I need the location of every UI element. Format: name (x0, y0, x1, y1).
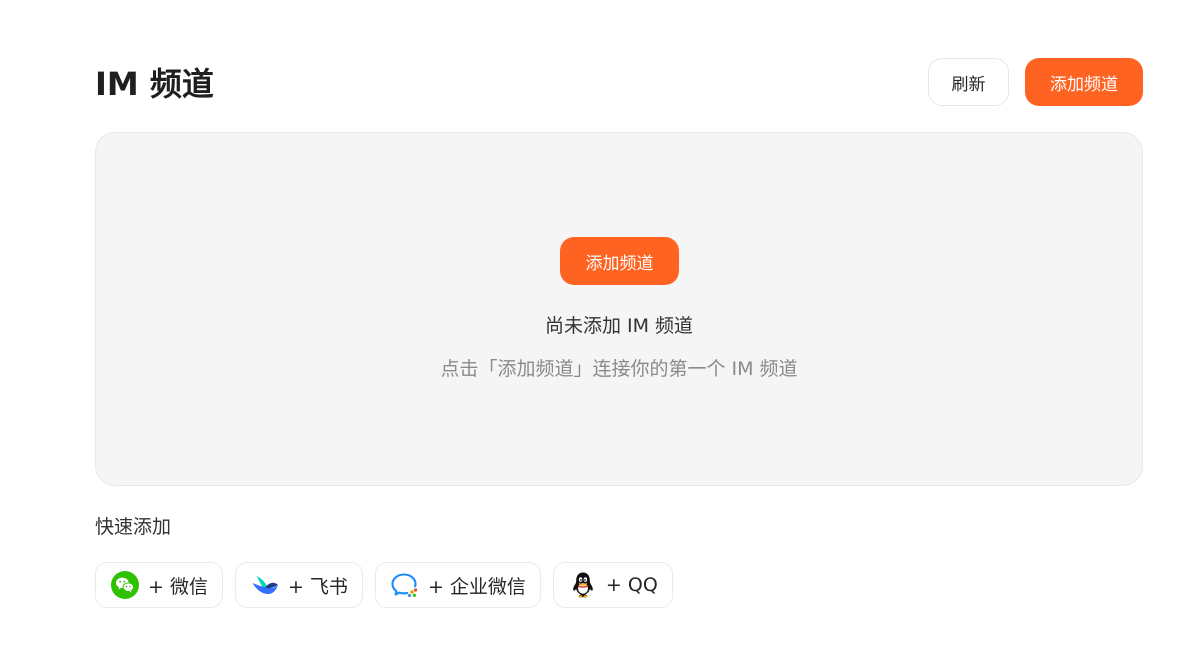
im-channels-page: IM 频道 刷新 添加频道 添加频道 尚未添加 IM 频道 点击「添加频道」连接… (0, 0, 1200, 660)
quick-add-wechat-button[interactable]: + 微信 (95, 562, 223, 608)
quick-add-wecom-label: + 企业微信 (427, 575, 526, 598)
quick-add-feishu-label: + 飞书 (287, 575, 348, 598)
wechat-icon (111, 571, 139, 599)
empty-state-subtitle: 点击「添加频道」连接你的第一个 IM 频道 (440, 358, 798, 380)
feishu-icon (252, 576, 278, 595)
wecom-icon (391, 573, 418, 597)
header-actions: 刷新 添加频道 (928, 58, 1143, 106)
quick-add-wecom-button[interactable]: + 企业微信 (374, 562, 541, 608)
add-channel-button[interactable]: 添加频道 (1025, 58, 1143, 106)
quick-add-label: 快速添加 (95, 516, 172, 538)
quick-add-qq-button[interactable]: + QQ (552, 562, 673, 608)
empty-state-panel: 添加频道 尚未添加 IM 频道 点击「添加频道」连接你的第一个 IM 频道 (95, 132, 1143, 486)
refresh-button[interactable]: 刷新 (928, 58, 1009, 106)
empty-state-title: 尚未添加 IM 频道 (544, 315, 694, 337)
quick-add-feishu-button[interactable]: + 飞书 (234, 562, 363, 608)
empty-add-channel-button[interactable]: 添加频道 (560, 237, 679, 285)
quick-add-qq-label: + QQ (605, 574, 658, 596)
page-title: IM 频道 (95, 65, 214, 103)
qq-icon (573, 572, 593, 598)
quick-add-wechat-label: + 微信 (148, 575, 208, 598)
quick-add-list: + 微信 + 飞书 + 企业微信 + QQ (95, 562, 673, 608)
